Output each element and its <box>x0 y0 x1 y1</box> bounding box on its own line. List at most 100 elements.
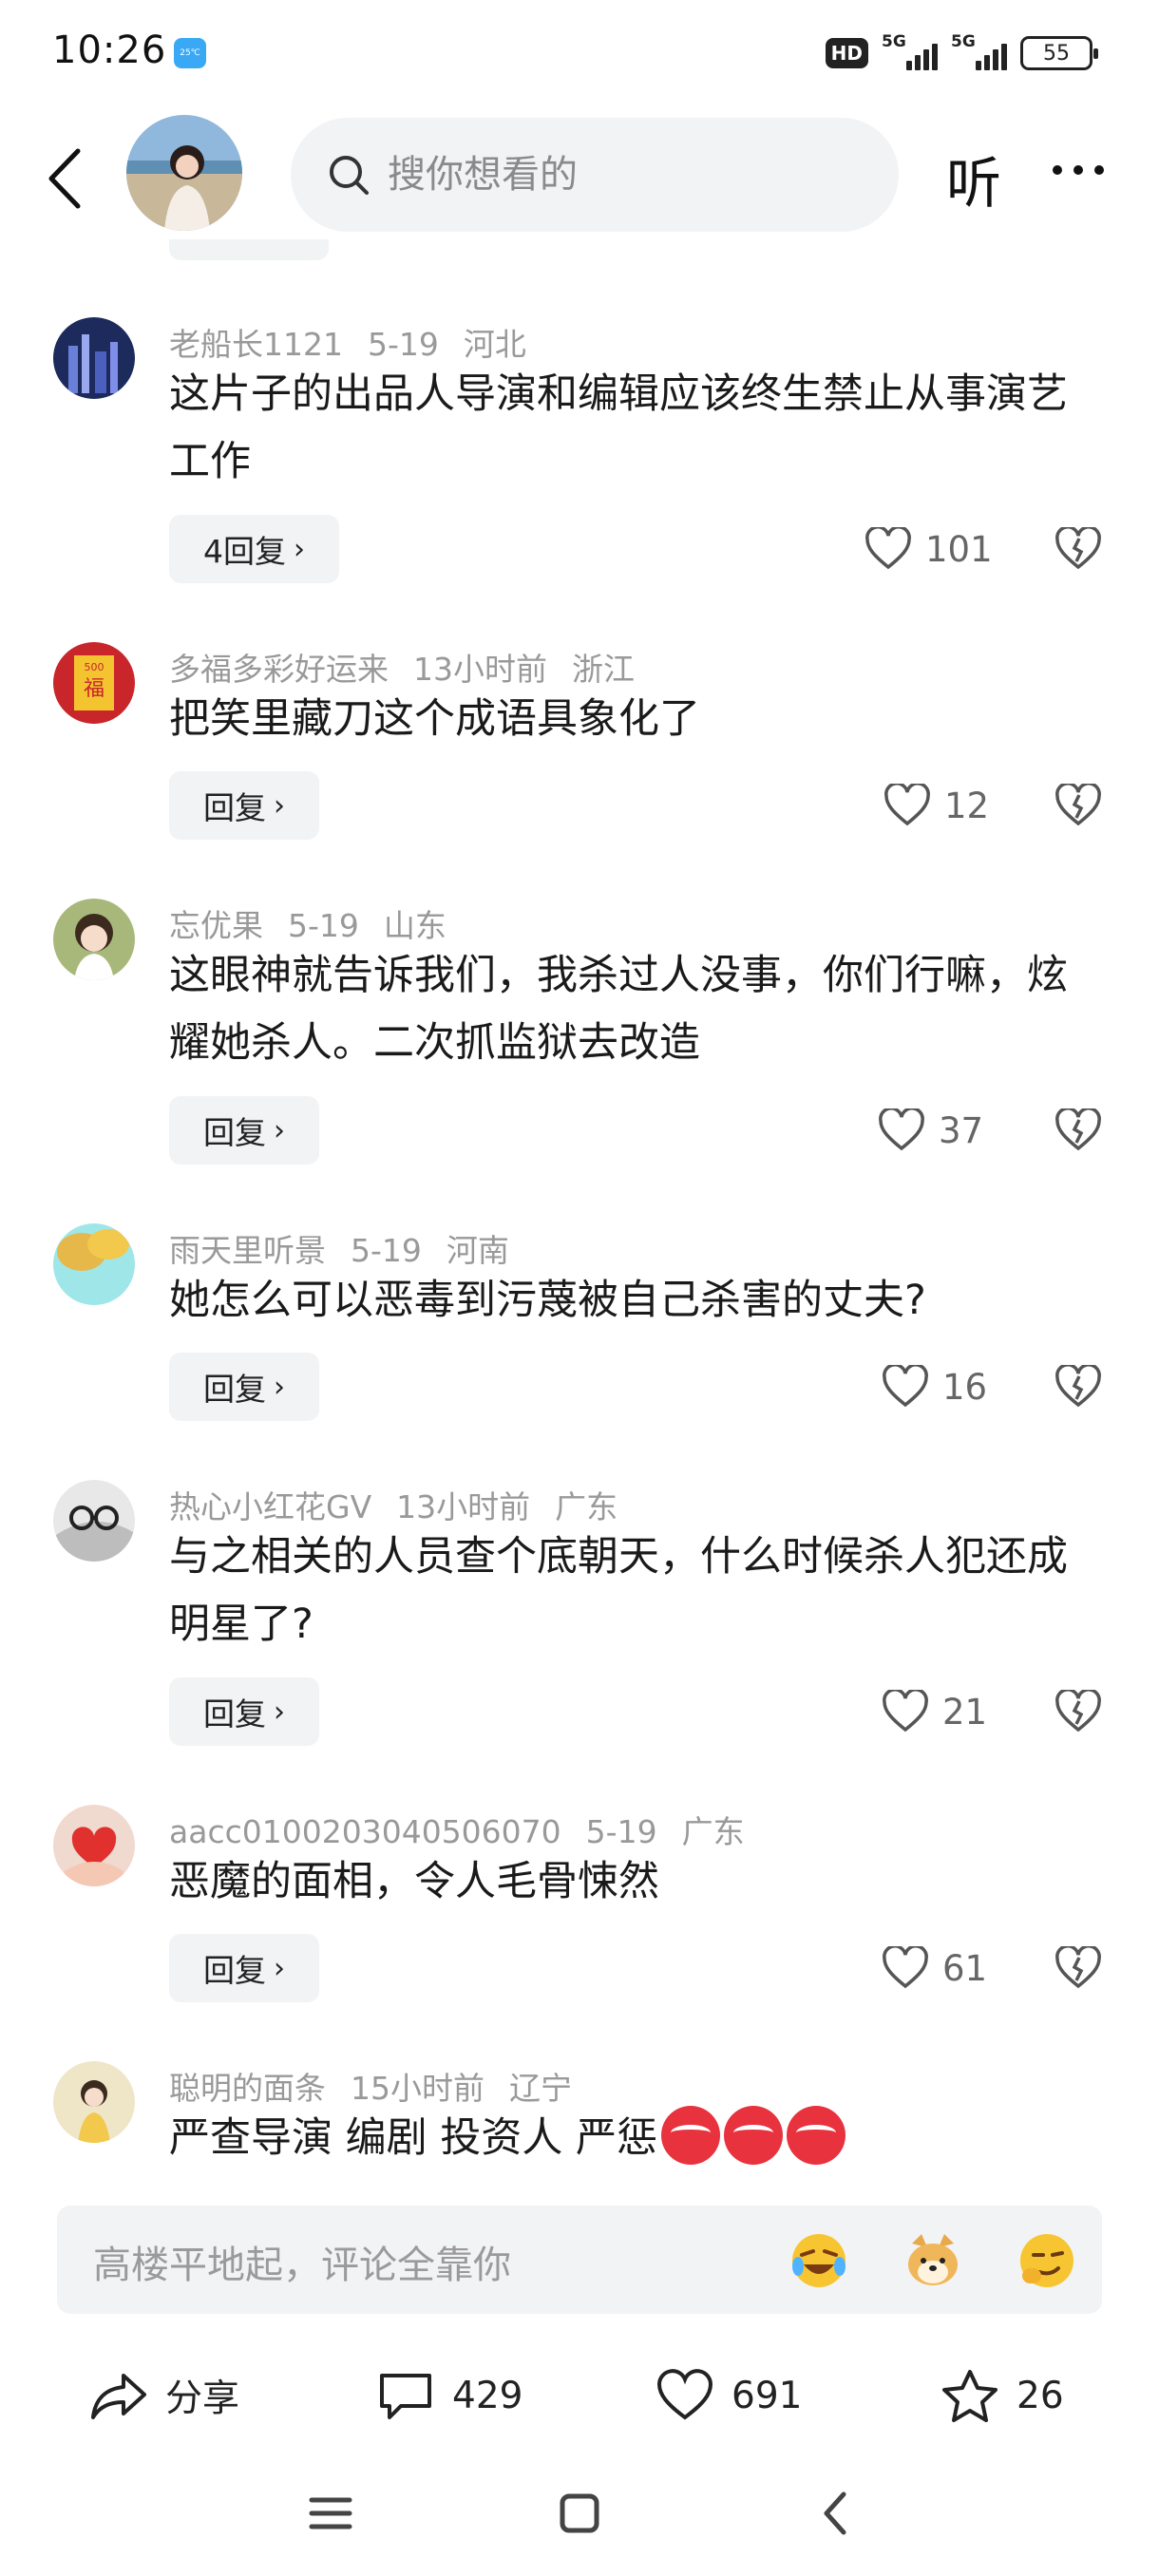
heart-icon <box>879 1108 924 1151</box>
username[interactable]: 老船长1121 <box>169 326 343 363</box>
search-input[interactable] <box>388 153 882 197</box>
comment-meta: 聪明的面条 15小时前 辽宁 <box>169 2063 597 2109</box>
back-arrow-icon[interactable] <box>46 141 93 217</box>
reply-button[interactable]: 回复 › <box>169 1096 319 1165</box>
hd-voice-icon: HD <box>825 38 868 68</box>
angry-emoji-icon <box>661 2106 721 2165</box>
svg-text:500: 500 <box>85 661 104 673</box>
like-count: 37 <box>939 1109 984 1151</box>
user-avatar[interactable]: 500 福 <box>53 642 135 724</box>
comment-location: 河南 <box>446 1232 509 1269</box>
reply-button[interactable]: 4回复 › <box>169 515 339 583</box>
comment-meta: 热心小红花GV 13小时前 广东 <box>169 1482 642 1527</box>
user-avatar[interactable] <box>53 2061 135 2143</box>
action-bar: 分享 429 691 26 <box>0 2339 1159 2453</box>
broken-heart-icon[interactable] <box>1054 527 1102 571</box>
username[interactable]: 忘优果 <box>169 907 263 944</box>
reply-label: 回复 <box>203 1952 266 1989</box>
comment-text[interactable]: 把笑里藏刀这个成语具象化了 <box>169 686 1100 753</box>
user-avatar[interactable] <box>53 1223 135 1305</box>
listen-button[interactable]: 听 <box>946 139 1001 218</box>
comment-meta: 老船长1121 5-19 河北 <box>169 319 551 365</box>
comment-location: 辽宁 <box>509 2070 572 2107</box>
comment-location: 广东 <box>555 1488 618 1525</box>
broken-heart-icon[interactable] <box>1054 1108 1102 1152</box>
reply-label: 回复 <box>203 1371 266 1408</box>
like-count: 12 <box>944 785 990 826</box>
reply-button[interactable]: 回复 › <box>169 1677 319 1746</box>
comment-meta: 多福多彩好运来 13小时前 浙江 <box>169 644 659 690</box>
reply-label: 回复 <box>203 1114 266 1151</box>
status-time: 10:26 <box>52 28 167 72</box>
heart-icon <box>883 1690 928 1733</box>
favorite-count: 26 <box>1016 2374 1064 2417</box>
reply-button[interactable]: 回复 › <box>169 1934 319 2002</box>
comment-icon <box>380 2374 431 2419</box>
laughing-crying-emoji[interactable] <box>788 2230 849 2291</box>
share-button[interactable]: 分享 <box>89 2339 239 2453</box>
more-dots-icon[interactable] <box>1053 165 1104 175</box>
username[interactable]: 聪明的面条 <box>169 2070 326 2107</box>
comment-location: 河北 <box>463 326 526 363</box>
comment-text[interactable]: 这眼神就告诉我们，我杀过人没事，你们行嘛，炫耀她杀人。二次抓监狱去改造 <box>169 942 1100 1077</box>
like-count: 691 <box>732 2374 803 2417</box>
username[interactable]: 热心小红花GV <box>169 1488 371 1525</box>
top-bar: 听 <box>0 104 1159 247</box>
comment-text[interactable]: 与之相关的人员查个底朝天，什么时候杀人犯还成明星了? <box>169 1524 1100 1658</box>
comment-text[interactable]: 这片子的出品人导演和编辑应该终生禁止从事演艺工作 <box>169 361 1100 496</box>
broken-heart-icon[interactable] <box>1054 1690 1102 1733</box>
like-button[interactable]: 21 <box>882 1677 987 1746</box>
comment-text[interactable]: 她怎么可以恶毒到污蔑被自己杀害的丈夫? <box>169 1267 1100 1335</box>
broken-heart-icon[interactable] <box>1054 784 1102 827</box>
comment-time: 13小时前 <box>413 651 547 688</box>
heart-icon <box>883 1946 928 1989</box>
username[interactable]: 多福多彩好运来 <box>169 651 389 688</box>
like-count: 101 <box>925 528 993 570</box>
status-indicators: HD 5G 5G 55 <box>825 32 1098 74</box>
reply-button[interactable]: 回复 › <box>169 1353 319 1421</box>
home-square-icon[interactable] <box>551 2485 608 2542</box>
share-icon <box>91 2374 146 2419</box>
comment-input-bar[interactable]: 高楼平地起，评论全靠你 <box>57 2206 1102 2314</box>
username[interactable]: aacc0100203040506070 <box>169 1813 561 1850</box>
comment-meta: aacc0100203040506070 5-19 广东 <box>169 1807 770 1852</box>
nav-back-icon[interactable] <box>808 2485 864 2542</box>
angry-emoji-icon <box>724 2106 784 2165</box>
previous-reply-button[interactable] <box>169 239 329 260</box>
like-button[interactable]: 37 <box>878 1096 983 1165</box>
menu-icon[interactable] <box>302 2485 359 2542</box>
like-button[interactable]: 12 <box>884 771 989 840</box>
like-post-button[interactable]: 691 <box>656 2339 802 2453</box>
status-bar: 10:26 25℃ HD 5G 5G 55 <box>0 0 1159 104</box>
like-button[interactable]: 16 <box>882 1353 987 1421</box>
comment-input[interactable]: 高楼平地起，评论全靠你 <box>93 2234 511 2289</box>
comment-location: 广东 <box>681 1813 745 1850</box>
comment-text[interactable]: 严查导演 编剧 投资人 严惩 <box>169 2105 1100 2172</box>
username[interactable]: 雨天里听景 <box>169 1232 326 1269</box>
like-button[interactable]: 101 <box>864 515 993 583</box>
smirk-emoji[interactable] <box>1016 2230 1077 2291</box>
like-button[interactable]: 61 <box>882 1934 987 2002</box>
network-label: 5G <box>951 32 976 51</box>
comment-location: 浙江 <box>572 651 635 688</box>
angry-emoji-icon <box>787 2106 846 2165</box>
reply-button[interactable]: 回复 › <box>169 771 319 840</box>
comment-location: 山东 <box>383 907 446 944</box>
search-bar[interactable] <box>291 118 899 232</box>
comment-text-content: 严查导演 编剧 投资人 严惩 <box>169 2114 658 2162</box>
broken-heart-icon[interactable] <box>1054 1946 1102 1990</box>
comment-button[interactable]: 429 <box>376 2339 522 2453</box>
user-avatar[interactable] <box>53 317 135 399</box>
like-count: 16 <box>942 1366 988 1408</box>
reply-label: 回复 <box>203 1695 266 1733</box>
broken-heart-icon[interactable] <box>1054 1365 1102 1409</box>
user-avatar[interactable] <box>53 899 135 980</box>
user-avatar[interactable] <box>53 1480 135 1562</box>
user-avatar[interactable] <box>53 1805 135 1886</box>
like-count: 21 <box>942 1691 988 1733</box>
doge-emoji[interactable] <box>902 2230 963 2291</box>
author-avatar[interactable] <box>126 115 242 231</box>
comment-text[interactable]: 恶魔的面相，令人毛骨悚然 <box>169 1848 1100 1916</box>
comment-time: 5-19 <box>367 326 439 363</box>
favorite-button[interactable]: 26 <box>940 2339 1064 2453</box>
